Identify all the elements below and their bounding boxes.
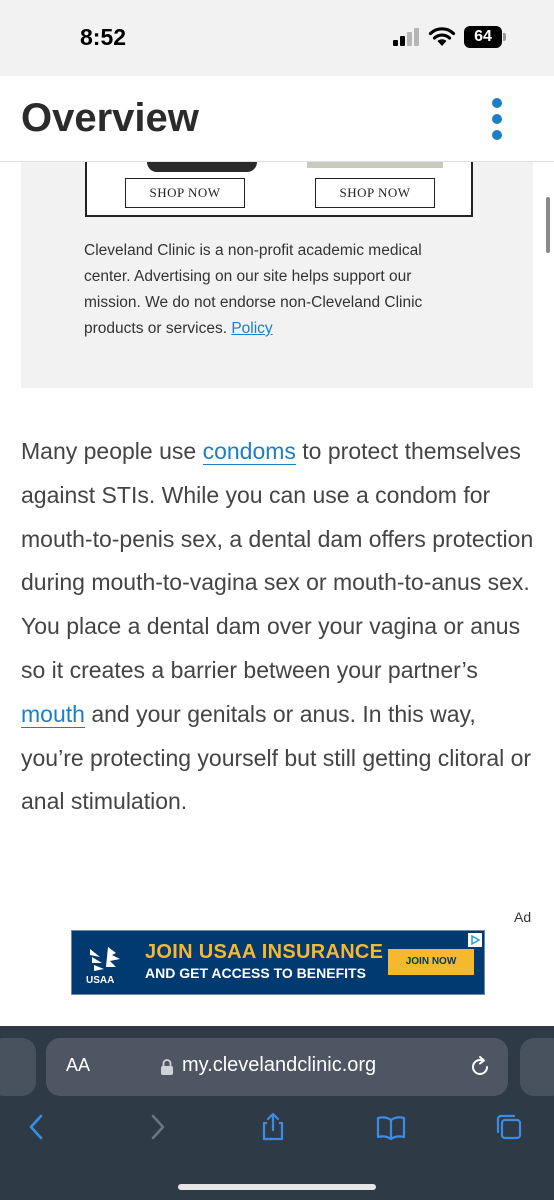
cellular-signal-icon	[393, 28, 423, 46]
article-text: and your genitals or anus. In this way, …	[21, 700, 532, 815]
usaa-banner-ad[interactable]: USAA JOIN USAA INSURANCE AND GET ACCESS …	[71, 930, 485, 995]
article-text: to protect themselves against STIs. Whil…	[21, 438, 534, 683]
more-options-icon[interactable]	[486, 98, 508, 142]
address-bar[interactable]: AA my.clevelandclinic.org	[46, 1038, 508, 1096]
previous-tab-preview[interactable]	[0, 1038, 36, 1096]
page-title: Overview	[21, 96, 199, 140]
lock-icon	[161, 1059, 173, 1075]
scrollbar[interactable]	[546, 197, 550, 253]
mouth-link[interactable]: mouth	[21, 700, 85, 728]
url-text: my.clevelandclinic.org	[182, 1054, 377, 1076]
shop-now-button[interactable]: SHOP NOW	[125, 178, 245, 208]
battery-icon: 64	[464, 26, 506, 48]
status-bar: 8:52 64	[0, 0, 554, 76]
back-icon[interactable]	[22, 1112, 52, 1142]
text-size-button[interactable]: AA	[66, 1055, 90, 1076]
ad-disclaimer: Cleveland Clinic is a non-profit academi…	[84, 238, 464, 342]
banner-subheadline: AND GET ACCESS TO BENEFITS	[145, 965, 366, 981]
reload-icon[interactable]	[468, 1055, 492, 1079]
wifi-icon	[428, 27, 456, 46]
share-icon[interactable]	[258, 1112, 288, 1142]
next-tab-preview[interactable]	[520, 1038, 554, 1096]
ad-label: Ad	[514, 909, 532, 925]
usaa-brand-text: USAA	[86, 975, 115, 986]
forward-icon[interactable]	[142, 1112, 172, 1142]
home-indicator	[178, 1184, 376, 1190]
banner-headline: JOIN USAA INSURANCE	[145, 941, 384, 963]
advertisement-panel: SHOP NOW SHOP NOW Cleveland Clinic is a …	[21, 162, 533, 388]
status-time: 8:52	[80, 24, 127, 50]
condoms-link[interactable]: condoms	[202, 438, 296, 465]
article-text: Many people use	[21, 438, 203, 464]
shop-now-button[interactable]: SHOP NOW	[315, 178, 435, 208]
adchoices-icon[interactable]	[468, 933, 482, 947]
join-now-button[interactable]: JOIN NOW	[388, 949, 474, 975]
product-ad[interactable]: SHOP NOW SHOP NOW	[85, 162, 473, 217]
tabs-icon[interactable]	[494, 1112, 524, 1142]
article-paragraph: Many people use condoms to protect thems…	[21, 430, 536, 824]
policy-link[interactable]: Policy	[231, 320, 272, 337]
product-image	[147, 162, 257, 172]
browser-toolbar: AA my.clevelandclinic.org	[0, 1026, 554, 1200]
product-image	[307, 162, 443, 168]
page-header: Overview	[0, 76, 554, 162]
battery-level: 64	[464, 26, 502, 48]
bookmarks-icon[interactable]	[376, 1112, 406, 1142]
